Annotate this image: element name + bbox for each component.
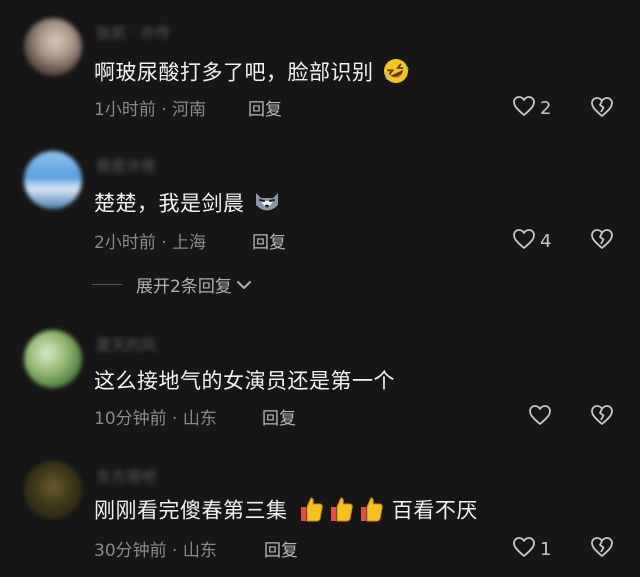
thumbs-up-emoji <box>355 494 385 529</box>
like-count: 1 <box>540 539 552 560</box>
like-count: 4 <box>540 231 552 252</box>
comment-text: 刚刚看完傻春第三集 百看不厌 <box>94 494 478 529</box>
rolling-laughing-emoji <box>381 56 411 91</box>
chevron-down-icon <box>236 279 252 291</box>
heart-icon <box>528 404 552 431</box>
comment-text: 楚楚，我是剑晨 <box>94 187 282 222</box>
reply-button[interactable]: 回复 <box>262 404 296 429</box>
comment-meta: 1小时前 · 河南 <box>94 100 207 120</box>
comment-username[interactable]: 我是许佬 <box>96 155 156 176</box>
reply-button[interactable]: 回复 <box>248 95 282 120</box>
avatar[interactable] <box>24 461 82 519</box>
comment-meta: 10分钟前 · 山东 <box>94 409 217 429</box>
thumbs-up-emoji <box>325 494 355 529</box>
dislike-button[interactable] <box>590 96 614 122</box>
comment-username[interactable]: 东方哥吧 <box>96 466 156 487</box>
thumbs-up-emoji <box>295 494 325 529</box>
heart-icon <box>512 228 536 255</box>
comment-text: 这么接地气的女演员还是第一个 <box>94 365 395 395</box>
like-button[interactable] <box>528 404 556 431</box>
avatar[interactable] <box>24 330 82 388</box>
expand-replies-label: 展开2条回复 <box>136 277 232 297</box>
like-button[interactable]: 1 <box>512 536 551 563</box>
comment-meta: 2小时前 · 上海 <box>94 233 207 253</box>
heart-icon <box>512 536 536 563</box>
broken-heart-icon <box>590 537 614 562</box>
reply-button[interactable]: 回复 <box>264 536 298 561</box>
reply-button[interactable]: 回复 <box>252 228 286 253</box>
comment-text-suffix: 百看不厌 <box>391 498 478 523</box>
dislike-button[interactable] <box>590 536 614 562</box>
comment-text-content: 啊玻尿酸打多了吧，脸部识别 <box>94 60 374 85</box>
comment-meta: 30分钟前 · 山东 <box>94 541 217 561</box>
broken-heart-icon <box>590 405 614 430</box>
avatar[interactable] <box>24 18 82 76</box>
heart-icon <box>512 95 536 122</box>
comment-text-content: 这么接地气的女演员还是第一个 <box>94 369 395 393</box>
comment-text: 啊玻尿酸打多了吧，脸部识别 <box>94 56 411 91</box>
broken-heart-icon <box>590 229 614 254</box>
dislike-button[interactable] <box>590 228 614 254</box>
like-button[interactable]: 2 <box>512 95 551 122</box>
divider <box>92 284 122 285</box>
comment-text-content: 楚楚，我是剑晨 <box>94 191 245 216</box>
comment-text-content: 刚刚看完傻春第三集 <box>94 498 288 523</box>
comment-username[interactable]: 张凯 · 许传 <box>96 22 170 43</box>
expand-replies-button[interactable]: 展开2条回复 <box>92 272 252 297</box>
broken-heart-icon <box>590 97 614 122</box>
like-button[interactable]: 4 <box>512 228 551 255</box>
dislike-button[interactable] <box>590 404 614 430</box>
comment-username[interactable]: 夏天的风 <box>96 334 156 355</box>
avatar[interactable] <box>24 151 82 209</box>
like-count: 2 <box>540 98 552 119</box>
wolf-emoji <box>252 187 282 222</box>
